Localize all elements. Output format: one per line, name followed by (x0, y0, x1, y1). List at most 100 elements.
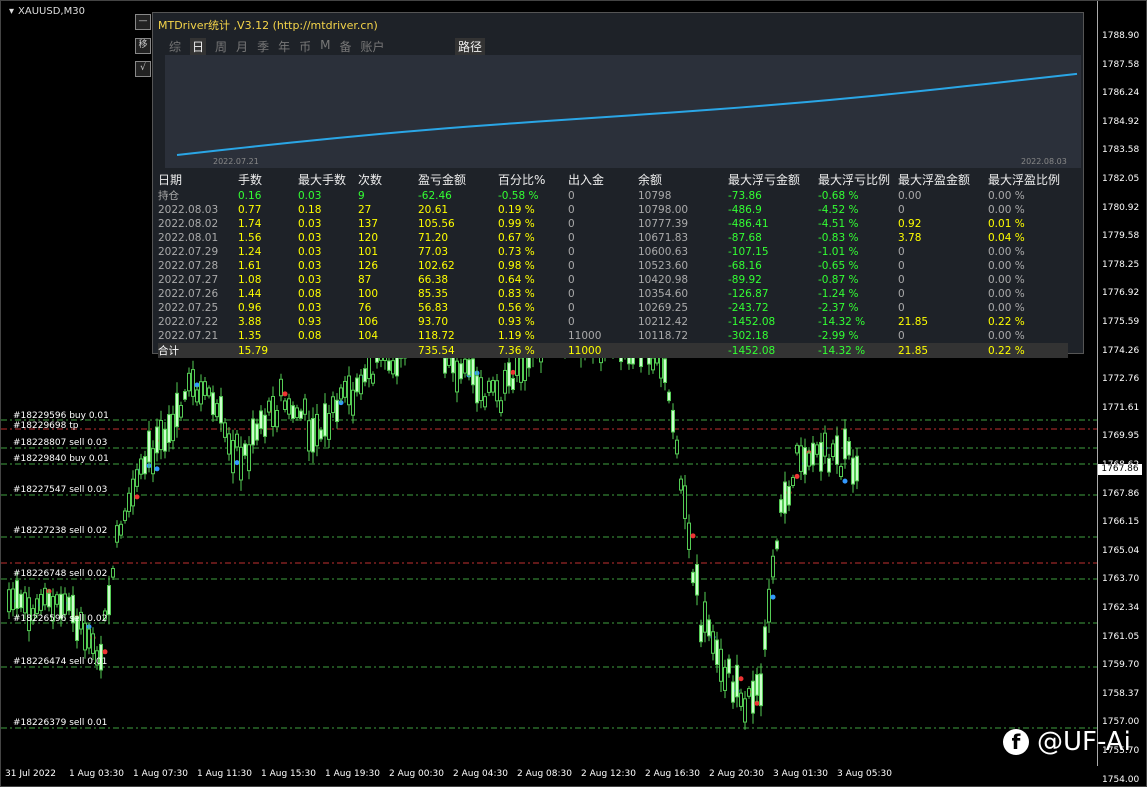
table-cell: 100 (358, 288, 379, 300)
candle-body (275, 410, 279, 428)
order-label: #18229840 buy 0.01 (13, 454, 109, 464)
order-label: #18228807 sell 0.03 (13, 438, 108, 448)
candle-body (255, 423, 259, 441)
candle-body (831, 443, 835, 458)
candle-body (243, 443, 247, 456)
time-tick: 31 Jul 2022 (5, 769, 56, 779)
table-cell: 0 (898, 260, 905, 272)
candle-body (511, 377, 515, 391)
table-cell: 27 (358, 204, 372, 216)
table-cell: 0.03 (298, 302, 322, 314)
tab-path[interactable]: 路径 (455, 38, 486, 55)
candle-body (835, 435, 839, 465)
candle-body (791, 476, 795, 487)
candle-body (663, 358, 667, 383)
table-cell: 1.56 (238, 232, 262, 244)
col-header: 最大浮盈金额 (898, 173, 971, 187)
candle-body (799, 445, 803, 472)
col-header: 出入金 (568, 173, 605, 187)
table-row: 2022.07.29 1.24 0.03 101 77.03 0.73 % 0 10600.6… (158, 245, 1068, 259)
table-cell: 93.70 (418, 316, 449, 328)
table-cell: 0 (568, 232, 575, 244)
candle-body (819, 441, 823, 472)
candle-body (47, 592, 51, 608)
time-tick: 2 Aug 08:30 (517, 769, 572, 779)
table-cell: 1.44 (238, 288, 262, 300)
table-cell: 2022.08.01 (158, 232, 219, 244)
table-cell: 0 (568, 218, 575, 230)
panel-move-button[interactable]: 移 (135, 38, 151, 54)
candle-body (83, 622, 87, 651)
table-cell: 10600.63 (638, 246, 689, 258)
price-tick: 1776.92 (1102, 288, 1140, 299)
tab-7[interactable]: M (320, 38, 330, 55)
time-tick: 1 Aug 03:30 (69, 769, 124, 779)
table-cell: 0 (568, 260, 575, 272)
candle-body (739, 692, 743, 707)
candle-body (463, 358, 467, 374)
table-cell: 0.73 % (498, 246, 535, 258)
tab-2[interactable]: 周 (215, 38, 227, 55)
candle-body (479, 377, 483, 402)
panel-minimize-button[interactable]: — (135, 14, 151, 30)
candle-body (131, 478, 135, 507)
time-tick: 1 Aug 15:30 (261, 769, 316, 779)
candle-body (323, 403, 327, 437)
col-header: 最大浮亏金额 (728, 173, 801, 187)
total-cell: 7.36 % (498, 344, 535, 357)
table-cell: 0.64 % (498, 274, 535, 286)
trade-marker (794, 473, 800, 479)
candle-body (315, 413, 319, 447)
table-cell: 66.38 (418, 274, 449, 286)
order-label: #18227238 sell 0.02 (13, 526, 108, 536)
candle-body (495, 380, 499, 402)
candle-body (823, 432, 827, 457)
table-cell: 0.01 % (988, 218, 1025, 230)
candle-body (15, 580, 19, 609)
candle-body (687, 522, 691, 550)
watermark-text: @UF-Ai (1037, 727, 1131, 757)
candle-body (723, 666, 727, 691)
table-cell: 0 (568, 302, 575, 314)
col-header: 最大手数 (298, 173, 347, 187)
tab-1[interactable]: 日 (190, 38, 207, 55)
col-header: 手数 (238, 173, 263, 187)
price-tick: 1759.70 (1102, 660, 1140, 671)
equity-line (176, 72, 1078, 156)
tab-8[interactable]: 备 (339, 38, 351, 55)
stats-panel: MTDriver统计 ,V3.12 (http://mtdriver.cn) 综… (152, 12, 1084, 358)
panel-check-button[interactable]: √ (135, 61, 151, 77)
total-cell: 735.54 (418, 344, 455, 357)
price-tick: 1784.92 (1102, 116, 1140, 127)
table-cell: 0.08 (298, 330, 322, 342)
table-cell: 0.00 % (988, 330, 1025, 342)
table-cell: 10118.72 (638, 330, 689, 342)
price-tick: 1778.25 (1102, 259, 1140, 270)
table-cell: 118.72 (418, 330, 455, 342)
candle-body (327, 413, 331, 440)
candle-body (443, 357, 447, 374)
table-cell: 0.00 % (988, 189, 1025, 202)
price-tick: 1788.90 (1102, 31, 1140, 41)
table-cell: -89.92 (728, 274, 762, 286)
table-cell: 21.85 (898, 316, 929, 328)
price-tick: 1762.34 (1102, 603, 1140, 613)
total-cell: 0.22 % (988, 344, 1025, 357)
table-cell: 56.83 (418, 302, 449, 314)
tab-9[interactable]: 账户 (360, 38, 384, 55)
candle-body (855, 455, 859, 482)
candle-body (179, 404, 183, 418)
tab-6[interactable]: 币 (299, 38, 311, 55)
trade-marker (102, 649, 108, 655)
table-cell: 0.56 % (498, 302, 535, 314)
price-tick: 1775.59 (1102, 317, 1140, 327)
equity-curve (165, 55, 1081, 168)
tab-3[interactable]: 月 (236, 38, 248, 55)
tab-0[interactable]: 综 (169, 38, 181, 55)
table-row: 2022.07.26 1.44 0.08 100 85.35 0.83 % 0 10354.6… (158, 287, 1068, 301)
tab-5[interactable]: 年 (278, 38, 290, 55)
table-cell: 1.19 % (498, 330, 535, 342)
table-row: 2022.08.02 1.74 0.03 137 105.56 0.99 % 0 10777.… (158, 217, 1068, 231)
tab-4[interactable]: 季 (257, 38, 269, 55)
candle-body (719, 648, 723, 682)
